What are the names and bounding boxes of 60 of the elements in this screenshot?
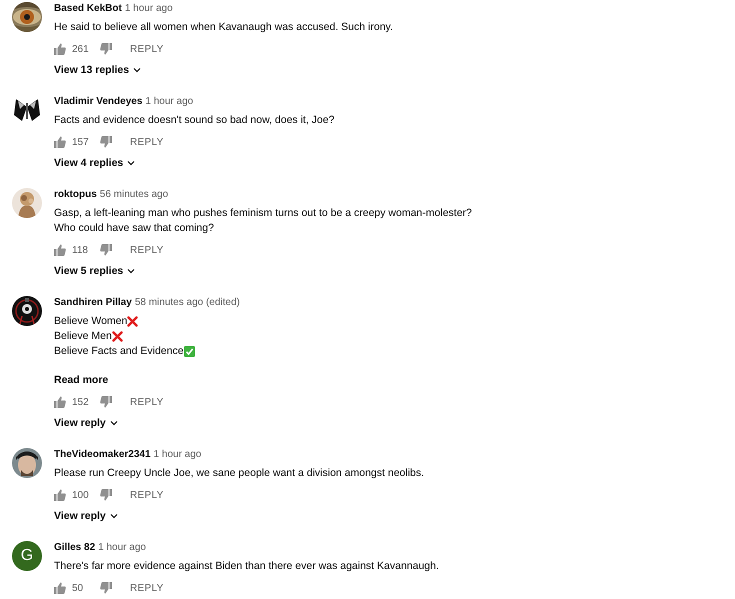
chevron-down-icon[interactable] [127,159,136,167]
comment-text: He said to believe all women when Kavanaugh was accused. Such irony. [54,20,393,35]
check-icon [184,346,195,357]
chevron-down-icon[interactable] [127,267,136,275]
view-replies-button[interactable]: View 5 replies [54,265,136,277]
comment-time[interactable]: 1 hour ago [98,542,146,553]
comment-text: Gasp, a left-leaning man who pushes feminism turns out to be a creepy woman-molester? [54,206,472,221]
chevron-down-icon[interactable] [133,66,142,74]
thumbs-up-icon[interactable] [54,489,66,501]
author-name[interactable]: roktopus [54,189,97,200]
thumbs-up-icon[interactable] [54,43,66,55]
reply-button[interactable]: REPLY [130,396,164,408]
reply-button[interactable]: REPLY [130,44,164,54]
comment-time[interactable]: 58 minutes ago (edited) [134,297,240,308]
like-count: 100 [72,490,90,500]
view-replies-button[interactable]: View 4 replies [54,157,136,169]
reply-button[interactable]: REPLY [130,490,164,500]
cross-icon [112,331,123,342]
comment-time[interactable]: 56 minutes ago [100,189,168,200]
like-count: 118 [72,244,89,256]
author-name[interactable]: Based KekBot [54,3,122,14]
thumbs-down-icon[interactable] [100,582,112,594]
comment-time[interactable]: 1 hour ago [124,3,173,14]
like-count: 50 [72,582,84,594]
comment-text: Believe Men [54,329,112,344]
comment-time[interactable]: 1 hour ago [145,96,194,107]
comment-text: Facts and evidence doesn't sound so bad now, does it, Joe? [54,113,334,128]
author-name[interactable]: TheVideomaker2341 [54,449,151,460]
thumbs-down-icon[interactable] [100,489,112,501]
reply-button[interactable]: REPLY [130,244,164,256]
cross-icon [127,316,138,327]
thumbs-up-icon[interactable] [54,582,66,594]
reply-button[interactable]: REPLY [130,582,164,594]
thumbs-up-icon[interactable] [54,396,66,408]
thumbs-up-icon[interactable] [54,244,66,256]
author-name[interactable]: Sandhiren Pillay [54,297,132,308]
like-count: 152 [72,396,90,408]
thumbs-down-icon[interactable] [100,396,112,408]
like-count: 261 [72,44,90,54]
author-name[interactable]: Vladimir Vendeyes [54,96,142,107]
author-name[interactable]: Gilles 82 [54,542,96,553]
chevron-down-icon[interactable] [110,419,118,427]
thumbs-down-icon[interactable] [100,43,112,55]
view-replies-button[interactable]: View reply [54,417,118,429]
comment-text: Believe Facts and Evidence [54,344,184,359]
reply-button[interactable]: REPLY [130,136,164,148]
chevron-down-icon[interactable] [110,512,118,520]
letter-avatar: G [12,541,42,571]
view-replies-button[interactable]: View 13 replies [54,64,142,76]
view-replies-button[interactable]: View reply [54,510,118,522]
like-count: 157 [72,136,90,148]
thumbs-down-icon[interactable] [100,244,112,256]
read-more-link[interactable]: Read more [54,373,108,388]
comment-text: Who could have saw that coming? [54,221,214,236]
comment-text: Believe Women [54,314,128,329]
thumbs-down-icon[interactable] [100,136,112,148]
thumbs-up-icon[interactable] [54,136,66,148]
comment-time[interactable]: 1 hour ago [154,449,202,460]
comment-text: Please run Creepy Uncle Joe, we sane people want a division amongst neolibs. [54,466,424,481]
comment-text: There's far more evidence against Biden than there ever was against Kavannaugh. [54,559,439,574]
